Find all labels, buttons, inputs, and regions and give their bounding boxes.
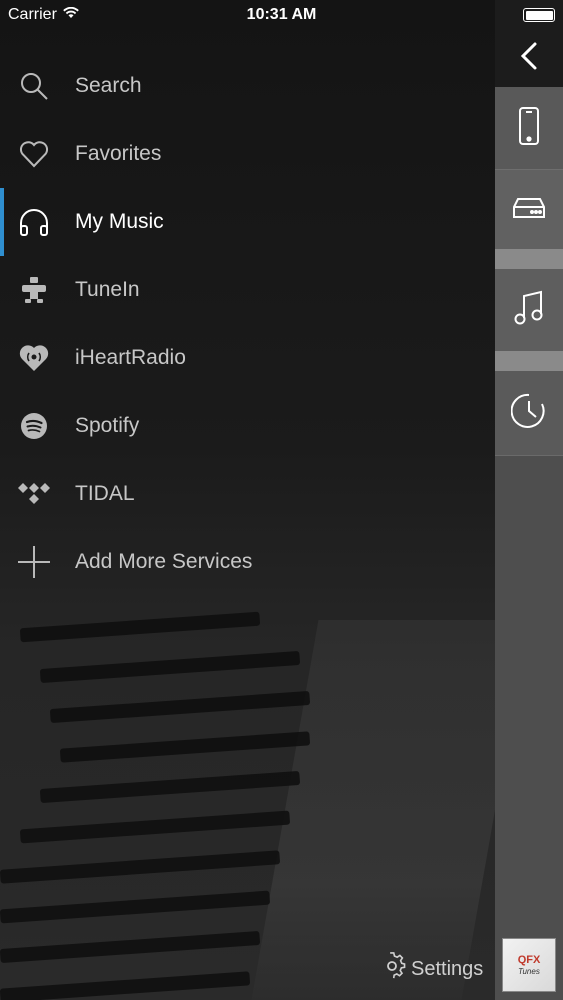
menu-item-label: TIDAL [75, 482, 135, 505]
iheartradio-icon [16, 340, 52, 376]
menu-item-label: Add More Services [75, 550, 253, 573]
artwork-title: QFX [517, 953, 541, 966]
battery-icon [523, 8, 555, 22]
gear-icon [378, 952, 406, 986]
phone-icon [518, 106, 540, 150]
status-bar: Carrier 10:31 AM [0, 0, 563, 30]
rail-music-button[interactable] [495, 269, 563, 351]
headphones-icon [16, 204, 52, 240]
menu-item-spotify[interactable]: Spotify [0, 392, 495, 460]
rail-device-button[interactable] [495, 169, 563, 250]
status-time: 10:31 AM [246, 6, 317, 23]
now-playing-artwork[interactable]: QFX Tunes [502, 938, 556, 992]
back-button[interactable] [495, 30, 563, 86]
menu-item-my-music[interactable]: My Music [0, 188, 495, 256]
menu-item-favorites[interactable]: Favorites [0, 120, 495, 188]
menu-item-tidal[interactable]: TIDAL [0, 460, 495, 528]
menu-item-label: Search [75, 74, 142, 97]
menu-item-tunein[interactable]: TuneIn [0, 256, 495, 324]
menu-item-label: Spotify [75, 414, 140, 437]
menu-item-search[interactable]: Search [0, 52, 495, 120]
settings-button[interactable]: Settings [378, 952, 483, 986]
right-rail [495, 0, 563, 1000]
rail-empty-area [495, 456, 563, 1000]
rail-phone-button[interactable] [495, 87, 563, 169]
menu-item-iheartradio[interactable]: iHeartRadio [0, 324, 495, 392]
heart-icon [16, 136, 52, 172]
search-icon [16, 68, 52, 104]
menu-item-add-services[interactable]: Add More Services [0, 528, 495, 596]
plus-icon [16, 544, 52, 580]
menu-item-label: Favorites [75, 142, 162, 165]
artwork-subtitle: Tunes [518, 966, 540, 976]
spotify-icon [16, 408, 52, 444]
tunein-icon [16, 272, 52, 308]
settings-label: Settings [411, 957, 484, 980]
tidal-icon [16, 476, 52, 512]
clock-icon [510, 393, 547, 434]
piano-background-image [0, 560, 495, 1000]
services-menu: Search Favorites My Music TuneIn iHeartR… [0, 52, 495, 596]
device-icon [512, 197, 546, 224]
menu-item-label: TuneIn [75, 278, 140, 301]
rail-separator [495, 351, 563, 371]
rail-separator [495, 249, 563, 269]
menu-item-label: My Music [75, 210, 164, 233]
rail-history-button[interactable] [495, 371, 563, 456]
menu-item-label: iHeartRadio [75, 346, 186, 369]
music-note-icon [514, 290, 544, 331]
back-icon [519, 41, 539, 76]
